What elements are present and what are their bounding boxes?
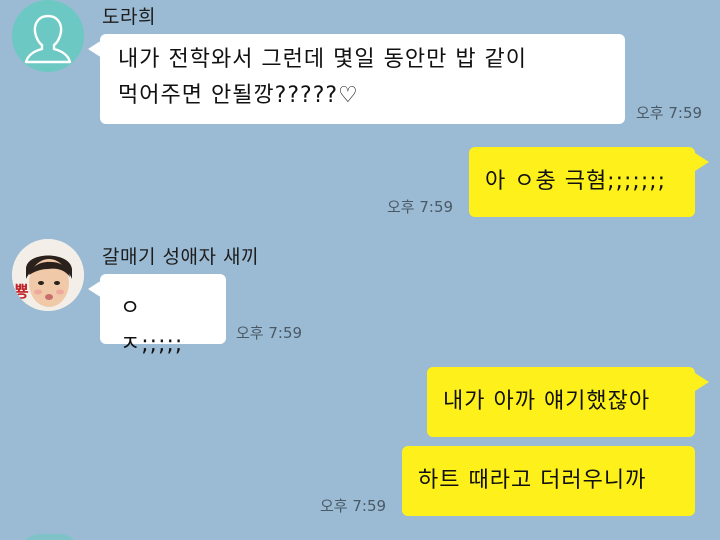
incoming-message-bubble[interactable]: ㅇ ㅈ;;;;; [100,274,226,357]
message-timestamp: 오후 7:59 [636,104,703,122]
person-silhouette-icon [24,14,72,64]
message-timestamp: 오후 7:59 [320,497,387,515]
message-text-line: 먹어주면 안될깡?????♡ [118,83,359,108]
profile-photo-image: 뿅 [12,239,84,311]
default-profile-avatar[interactable] [12,0,84,72]
message-text: 하트 때라고 더러우니까 [418,468,647,493]
incoming-message-bubble[interactable]: 내가 전학와서 그런데 몇일 동안만 밥 같이 먹어주면 안될깡?????♡ [100,34,625,124]
outgoing-message-bubble[interactable]: 하트 때라고 더러우니까 [402,446,695,516]
next-profile-avatar[interactable] [20,534,80,540]
message-text: 아 ㅇ충 극혐;;;;;;; [485,169,667,194]
sender-name: 갈매기 성애자 새끼 [102,246,259,268]
bubble-tail [695,373,709,391]
outgoing-message-bubble[interactable]: 내가 아까 얘기했잖아 [427,367,695,437]
profile-photo-avatar[interactable]: 뿅 [12,239,84,311]
sender-name: 도라희 [102,6,156,28]
message-text: 내가 아까 얘기했잖아 [443,389,651,414]
message-text-line: 내가 전학와서 그런데 몇일 동안만 밥 같이 [118,47,528,72]
message-text: ㅇ ㅈ;;;;; [120,296,184,357]
sticker-text: 뿅 [14,282,29,301]
outgoing-message-bubble[interactable]: 아 ㅇ충 극혐;;;;;;; [469,147,695,217]
bubble-tail [695,153,709,171]
message-timestamp: 오후 7:59 [387,198,454,216]
message-timestamp: 오후 7:59 [236,324,303,342]
